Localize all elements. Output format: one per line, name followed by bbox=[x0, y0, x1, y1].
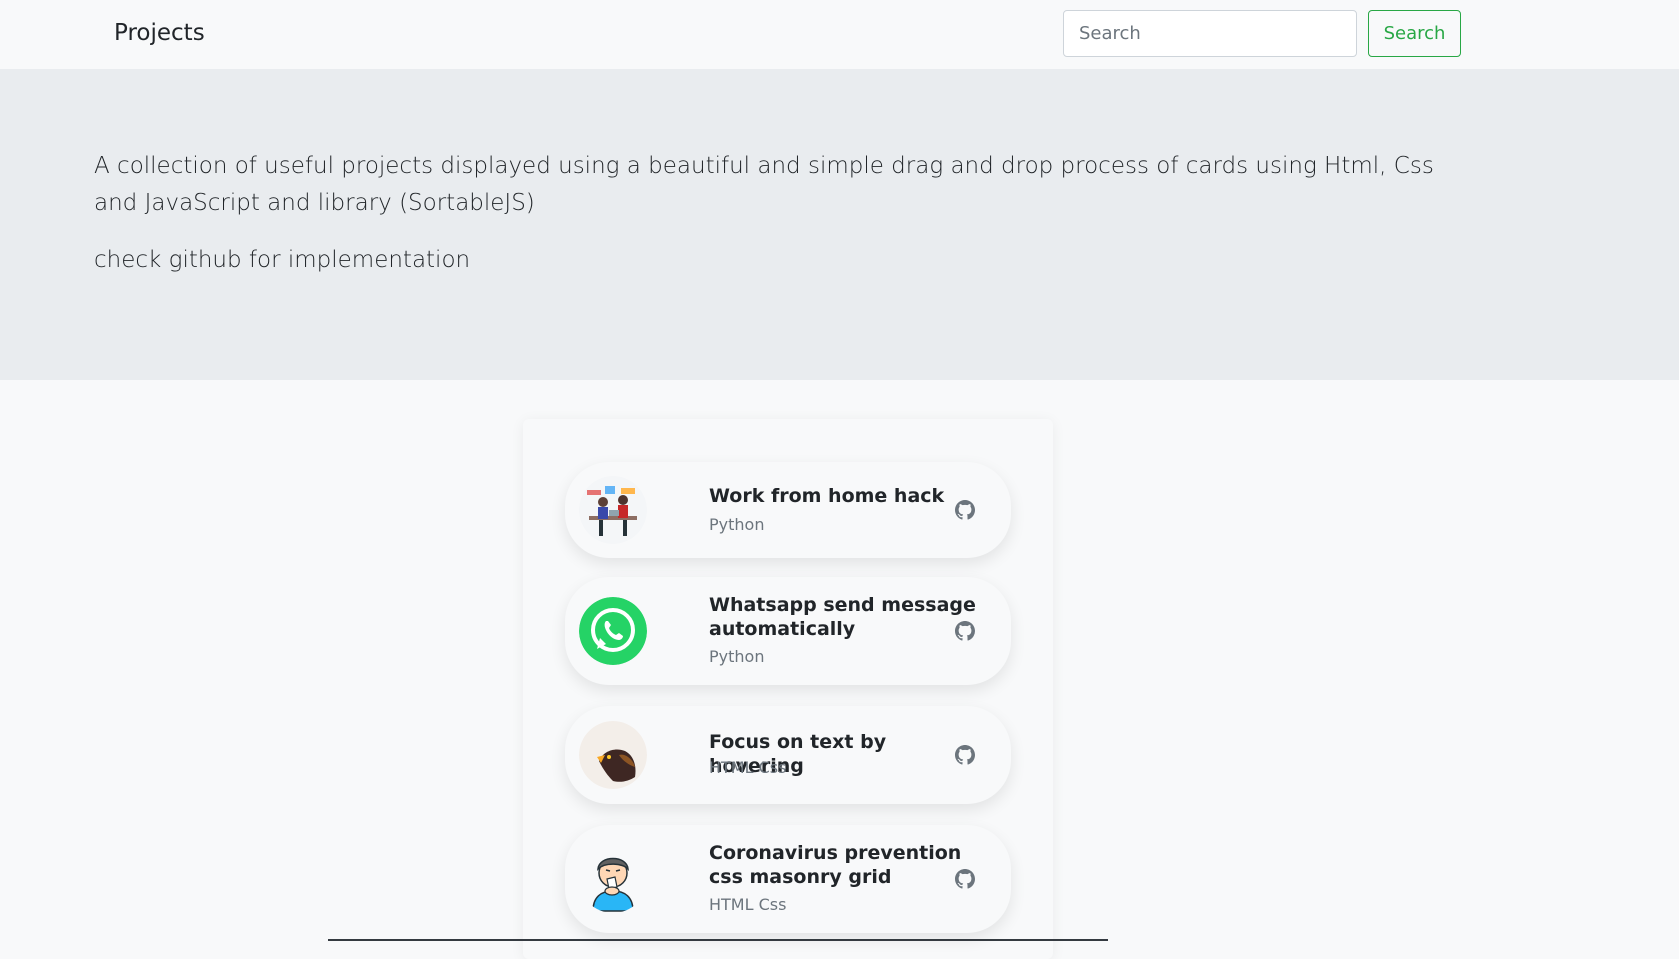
project-card[interactable]: Whatsapp send message automatically Pyth… bbox=[565, 577, 1011, 685]
project-tech: Python bbox=[709, 647, 765, 666]
github-icon[interactable] bbox=[955, 869, 975, 889]
github-icon[interactable] bbox=[955, 500, 975, 520]
github-icon[interactable] bbox=[955, 745, 975, 765]
project-card[interactable]: Focus on text by hovering HTML Css bbox=[565, 706, 1011, 804]
hero-description: A collection of useful projects displaye… bbox=[94, 153, 1434, 216]
project-card[interactable]: Coronavirus prevention css masonry grid … bbox=[565, 825, 1011, 933]
project-list: Work from home hack Python Whatsapp send… bbox=[523, 419, 1053, 959]
hero-section: A collection of useful projects displaye… bbox=[0, 69, 1679, 380]
project-title: Whatsapp send message automatically bbox=[709, 594, 976, 640]
search-input[interactable] bbox=[1063, 10, 1357, 57]
project-title: Coronavirus prevention css masonry grid bbox=[709, 842, 962, 888]
github-icon[interactable] bbox=[955, 621, 975, 641]
sneezing-person-illustration-icon bbox=[579, 845, 647, 913]
hero-github-note: check github for implementation bbox=[94, 247, 471, 273]
project-title: Work from home hack bbox=[709, 485, 945, 507]
eagle-image-icon bbox=[579, 721, 647, 789]
search-button[interactable]: Search bbox=[1368, 10, 1461, 57]
navbar-brand[interactable]: Projects bbox=[114, 17, 205, 49]
work-from-home-illustration-icon bbox=[579, 476, 647, 544]
project-tech: Python bbox=[709, 515, 765, 534]
navbar: Projects Search bbox=[0, 0, 1679, 70]
whatsapp-logo-icon bbox=[579, 597, 647, 665]
project-tech: HTML Css bbox=[709, 895, 787, 914]
project-tech: HTML Css bbox=[709, 758, 787, 777]
project-card[interactable]: Work from home hack Python bbox=[565, 462, 1011, 558]
